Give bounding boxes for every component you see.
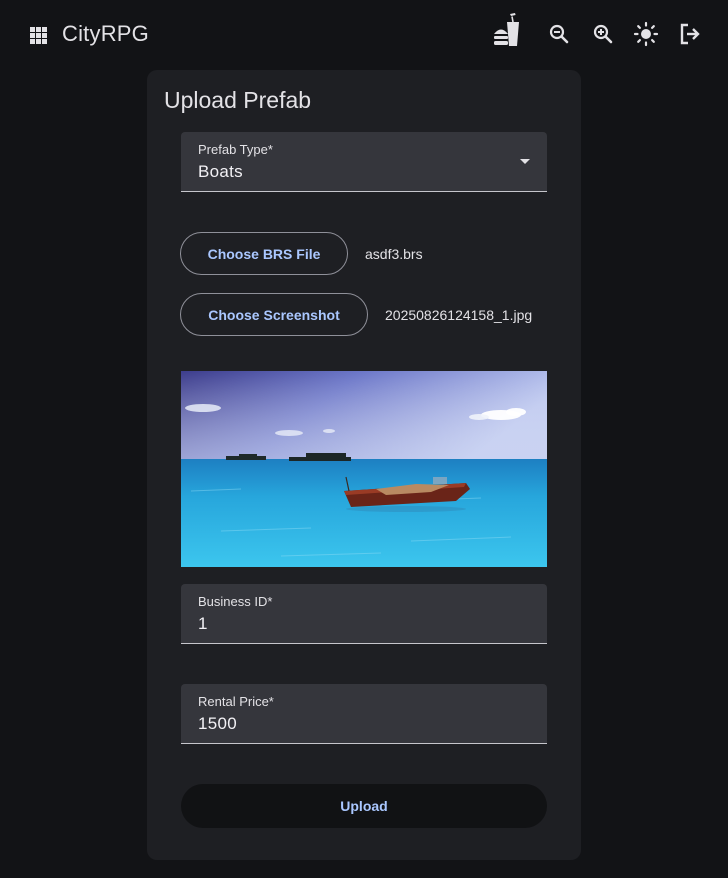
brs-file-name: asdf3.brs [365, 246, 423, 262]
screenshot-preview-image [181, 371, 547, 567]
rental-price-label: Rental Price* [198, 694, 274, 709]
prefab-type-value: Boats [198, 162, 243, 181]
business-id-value: 1 [198, 614, 208, 633]
screenshot-file-name: 20250826124158_1.jpg [385, 307, 533, 323]
app-title: CityRPG [62, 21, 149, 46]
choose-screenshot-button[interactable]: Choose Screenshot [180, 293, 368, 336]
upload-button[interactable]: Upload [181, 784, 547, 828]
zoom-out-icon[interactable] [545, 20, 573, 48]
prefab-type-select[interactable]: Prefab Type* Boats [181, 132, 547, 192]
zoom-in-icon[interactable] [589, 20, 617, 48]
burger-soda-icon[interactable] [492, 12, 522, 48]
upload-prefab-card: Upload Prefab Prefab Type* Boats Choose … [147, 70, 581, 860]
top-app-bar: CityRPG [0, 0, 728, 70]
prefab-type-label: Prefab Type* [198, 142, 273, 157]
page-title: Upload Prefab [164, 87, 312, 113]
logout-icon[interactable] [676, 20, 704, 48]
business-id-field[interactable]: Business ID* 1 [181, 584, 547, 644]
rental-price-value: 1500 [198, 714, 238, 733]
apps-grid-icon[interactable] [30, 27, 47, 44]
rental-price-field[interactable]: Rental Price* 1500 [181, 684, 547, 744]
light-mode-icon[interactable] [632, 20, 660, 48]
dropdown-arrow-icon [520, 159, 530, 164]
choose-brs-file-button[interactable]: Choose BRS File [180, 232, 348, 275]
business-id-label: Business ID* [198, 594, 273, 609]
